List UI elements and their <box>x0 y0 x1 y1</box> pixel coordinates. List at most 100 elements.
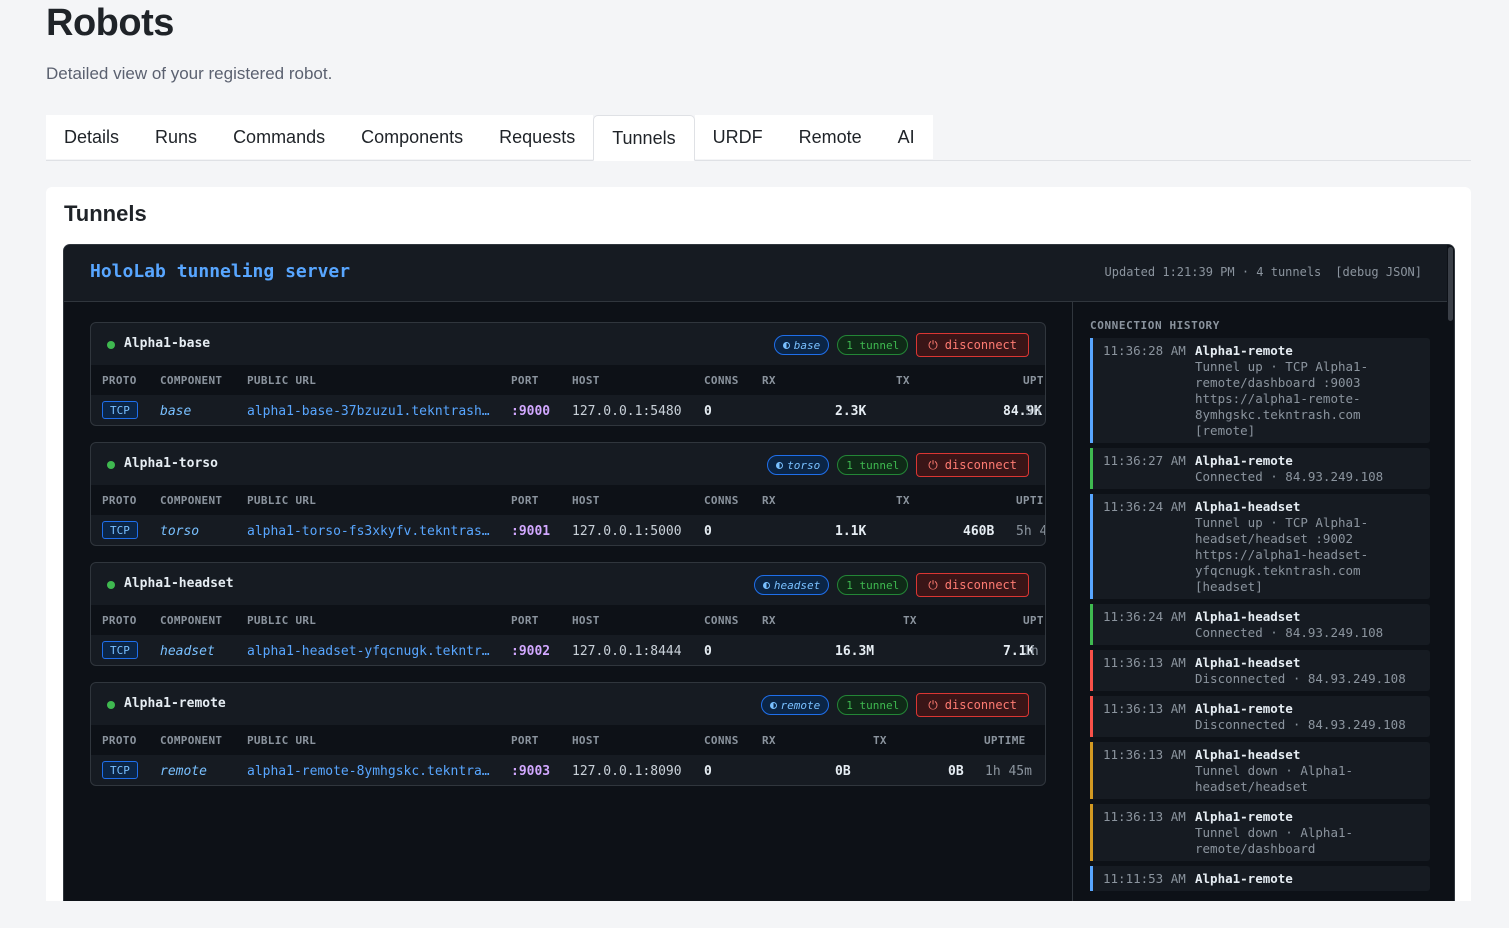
robot-name: Alpha1-torso <box>124 456 218 471</box>
tab-runs[interactable]: Runs <box>137 115 216 159</box>
tab-components[interactable]: Components <box>343 115 482 159</box>
col-public-url: PUBLIC URL <box>247 374 317 387</box>
disconnect-button[interactable]: ⏻ disconnect <box>916 453 1029 477</box>
event-robot: Alpha1-headset <box>1195 609 1301 624</box>
robot-badges: base 1 tunnel ⏻ disconnect <box>773 333 1029 357</box>
public-url-link[interactable]: alpha1-base-37bzuzu1.tekntrash… <box>247 404 490 419</box>
event-robot: Alpha1-remote <box>1195 809 1293 824</box>
col-conns: CONNS <box>704 494 739 507</box>
component-badge: headset <box>753 575 830 595</box>
proto-badge: TCP <box>102 401 138 419</box>
conns-value: 0 <box>704 404 712 419</box>
event-detail: Disconnected · 84.93.249.108 <box>1195 717 1406 732</box>
col-port: PORT <box>511 614 539 627</box>
event-detail: Connected · 84.93.249.108 <box>1195 625 1384 640</box>
col-public-url: PUBLIC URL <box>247 734 317 747</box>
scrollbar[interactable] <box>1447 245 1454 928</box>
tunnel-count-badge: 1 tunnel <box>837 455 909 475</box>
uptime-value: 1h <box>1023 644 1039 659</box>
col-tx: TX <box>903 614 917 627</box>
scrollbar-thumb[interactable] <box>1448 247 1453 321</box>
col-uptime: UPT <box>1023 374 1044 387</box>
port-value: :9001 <box>511 524 551 539</box>
host-value: 127.0.0.1:5000 <box>572 524 682 539</box>
robot-name: Alpha1-remote <box>124 696 226 711</box>
host-value: 127.0.0.1:8090 <box>572 764 682 779</box>
public-url-link[interactable]: alpha1-remote-8ymhgskc.tekntra… <box>247 764 490 779</box>
component-badge: torso <box>767 455 830 475</box>
power-icon: ⏻ <box>928 697 938 712</box>
event-robot: Alpha1-remote <box>1195 453 1293 468</box>
component-badge-label: base <box>793 338 821 352</box>
component-badge-label: remote <box>780 698 821 712</box>
conns-value: 0 <box>704 524 712 539</box>
col-conns: CONNS <box>704 374 739 387</box>
rx-value: 1.1K <box>835 524 867 539</box>
event-robot: Alpha1-headset <box>1195 747 1301 762</box>
table-header: PROTO COMPONENT PUBLIC URL PORT HOST CON… <box>91 605 1045 635</box>
col-proto: PROTO <box>102 374 137 387</box>
disconnect-button[interactable]: ⏻ disconnect <box>916 333 1029 357</box>
component-name: base <box>160 404 192 419</box>
event-detail: Tunnel down · Alpha1- headset/headset <box>1195 763 1354 794</box>
col-port: PORT <box>511 374 539 387</box>
server-header: HoloLab tunneling server Updated 1:21:39… <box>64 245 1454 302</box>
tab-bar: Details Runs Commands Components Request… <box>46 115 1471 161</box>
port-value: :9000 <box>511 404 551 419</box>
robot-header: Alpha1-headset headset 1 tunnel ⏻ disconn… <box>91 563 1045 605</box>
disconnect-button[interactable]: ⏻ disconnect <box>916 573 1029 597</box>
col-host: HOST <box>572 374 600 387</box>
port-value: :9003 <box>511 764 551 779</box>
robot-card: Alpha1-torso torso 1 tunnel ⏻ disconnect … <box>90 442 1046 546</box>
server-meta: Updated 1:21:39 PM · 4 tunnels [debug JSO… <box>1105 265 1422 279</box>
public-url-link[interactable]: alpha1-torso-fs3xkyfv.tekntras… <box>247 524 490 539</box>
col-rx: RX <box>762 614 776 627</box>
event-time: 11:36:27 AM <box>1103 453 1186 468</box>
port-value: :9002 <box>511 644 551 659</box>
component-icon <box>769 701 777 709</box>
robot-badges: torso 1 tunnel ⏻ disconnect <box>767 453 1029 477</box>
tab-commands[interactable]: Commands <box>215 115 344 159</box>
robot-header: Alpha1-torso torso 1 tunnel ⏻ disconnect <box>91 443 1045 485</box>
history-event: 11:36:13 AM Alpha1-remote Tunnel down · … <box>1090 804 1430 861</box>
disconnect-label: disconnect <box>944 698 1017 712</box>
tunnel-server-panel: HoloLab tunneling server Updated 1:21:39… <box>63 244 1455 928</box>
disconnect-label: disconnect <box>944 338 1017 352</box>
event-robot: Alpha1-remote <box>1195 701 1293 716</box>
event-time: 11:36:13 AM <box>1103 655 1186 670</box>
disconnect-label: disconnect <box>944 578 1017 592</box>
event-time: 11:36:13 AM <box>1103 701 1186 716</box>
col-component: COMPONENT <box>160 374 223 387</box>
proto-badge: TCP <box>102 521 138 539</box>
col-component: COMPONENT <box>160 614 223 627</box>
tab-urdf[interactable]: URDF <box>694 115 781 159</box>
col-conns: CONNS <box>704 734 739 747</box>
debug-json-link[interactable]: [debug JSON] <box>1335 265 1422 279</box>
tab-details[interactable]: Details <box>46 115 138 159</box>
col-proto: PROTO <box>102 734 137 747</box>
event-detail: Tunnel up · TCP Alpha1- headset/headset … <box>1195 515 1369 594</box>
updated-status: Updated 1:21:39 PM · 4 tunnels <box>1104 265 1322 279</box>
event-robot: Alpha1-remote <box>1195 343 1293 358</box>
tab-requests[interactable]: Requests <box>481 115 594 159</box>
col-host: HOST <box>572 494 600 507</box>
uptime-value: 1h 45m <box>985 764 1032 779</box>
table-header: PROTO COMPONENT PUBLIC URL PORT HOST CON… <box>91 485 1045 515</box>
col-conns: CONNS <box>704 614 739 627</box>
event-time: 11:11:53 AM <box>1103 871 1186 886</box>
robot-header: Alpha1-remote remote 1 tunnel ⏻ disconnec… <box>91 683 1045 725</box>
disconnect-button[interactable]: ⏻ disconnect <box>916 693 1029 717</box>
tab-remote[interactable]: Remote <box>780 115 880 159</box>
tab-tunnels[interactable]: Tunnels <box>593 115 695 161</box>
robot-badges: headset 1 tunnel ⏻ disconnect <box>753 573 1029 597</box>
event-detail: Connected · 84.93.249.108 <box>1195 469 1384 484</box>
component-badge: remote <box>760 695 830 715</box>
public-url-link[interactable]: alpha1-headset-yfqcnugk.tekntr… <box>247 644 490 659</box>
col-public-url: PUBLIC URL <box>247 494 317 507</box>
disconnect-label: disconnect <box>944 458 1017 472</box>
robot-name: Alpha1-base <box>124 336 211 351</box>
history-event: 11:36:27 AM Alpha1-remote Connected · 84… <box>1090 448 1430 489</box>
tab-ai[interactable]: AI <box>879 115 933 159</box>
component-badge-label: torso <box>787 458 821 472</box>
event-time: 11:36:13 AM <box>1103 809 1186 824</box>
